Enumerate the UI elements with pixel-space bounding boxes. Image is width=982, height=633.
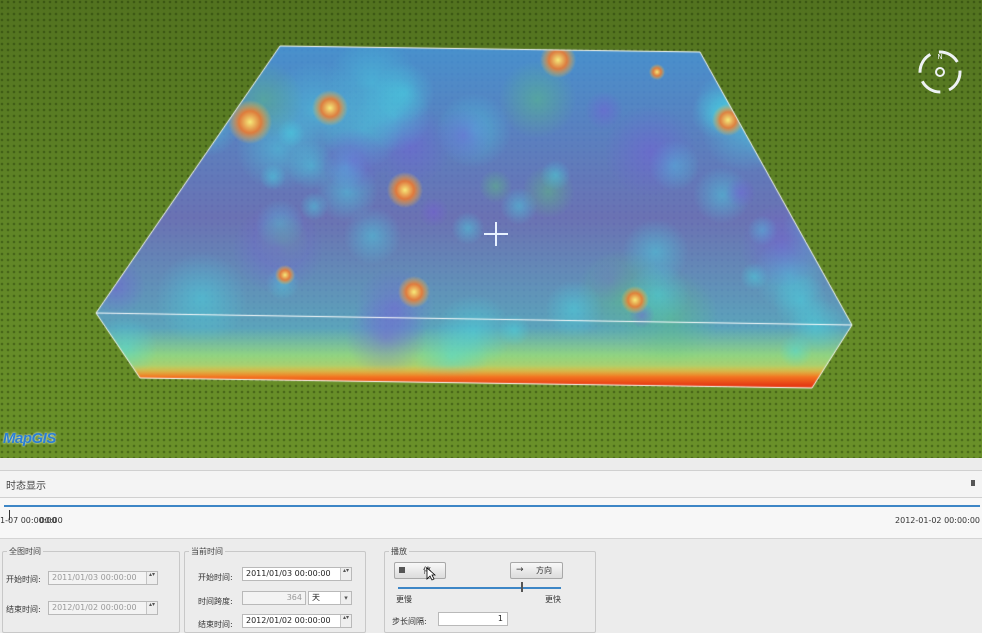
full-end-label: 结束时间:	[6, 605, 41, 614]
full-time-group: 全图时间	[2, 546, 180, 633]
map-3d-view[interactable]: N MapGIS	[0, 0, 982, 458]
timeline-start-label: 1-07 00:00:0000:00	[0, 516, 63, 525]
span-field: 364	[242, 591, 306, 605]
timeline-end-label: 2012-01-02 00:00:00	[895, 516, 980, 525]
span-unit-select[interactable]: 天 ▾	[308, 591, 352, 605]
mouse-cursor-icon	[426, 567, 436, 581]
stop-button[interactable]: 停	[394, 562, 446, 579]
arrow-right-icon: →	[516, 565, 524, 575]
full-start-field: 2011/01/03 00:00:00 ▴▾	[48, 571, 158, 585]
dropdown-arrow-icon[interactable]: ▾	[340, 592, 351, 604]
direction-button-label: 方向	[536, 566, 552, 575]
timeline-start-overlap: 00:00	[39, 516, 63, 525]
spin-icon: ▴▾	[146, 572, 157, 584]
step-input[interactable]: 1	[438, 612, 508, 626]
stop-icon	[399, 567, 405, 573]
playback-legend: 播放	[389, 546, 409, 557]
span-label: 时间跨度:	[198, 597, 233, 606]
pin-icon[interactable]	[971, 480, 975, 486]
spin-icon[interactable]: ▴▾	[340, 615, 351, 627]
full-start-label: 开始时间:	[6, 575, 41, 584]
current-start-field[interactable]: 2011/01/03 00:00:00 ▴▾	[242, 567, 352, 581]
spin-icon[interactable]: ▴▾	[340, 568, 351, 580]
current-time-legend: 当前时间	[189, 546, 225, 557]
direction-button[interactable]: → 方向	[510, 562, 563, 579]
panel-titlebar: 时态显示	[0, 470, 982, 498]
current-end-label: 结束时间:	[198, 620, 233, 629]
crosshair-icon	[484, 222, 508, 246]
slow-label: 更慢	[396, 595, 412, 604]
speed-slider-thumb[interactable]	[521, 582, 523, 592]
timeline[interactable]: 1-07 00:00:0000:00 2012-01-02 00:00:00	[0, 498, 982, 539]
timeline-track[interactable]	[4, 505, 980, 507]
current-end-field[interactable]: 2012/01/02 00:00:00 ▴▾	[242, 614, 352, 628]
step-label: 步长间隔:	[392, 617, 427, 626]
speed-slider[interactable]	[398, 587, 561, 589]
compass-icon[interactable]: N	[916, 48, 964, 96]
spin-icon: ▴▾	[146, 602, 157, 614]
full-end-field: 2012/01/02 00:00:00 ▴▾	[48, 601, 158, 615]
compass-label: N	[937, 53, 942, 61]
fast-label: 更快	[545, 595, 561, 604]
mapgis-logo: MapGIS	[3, 430, 56, 447]
panel-title: 时态显示	[6, 481, 46, 492]
full-time-legend: 全图时间	[7, 546, 43, 557]
current-start-label: 开始时间:	[198, 573, 233, 582]
